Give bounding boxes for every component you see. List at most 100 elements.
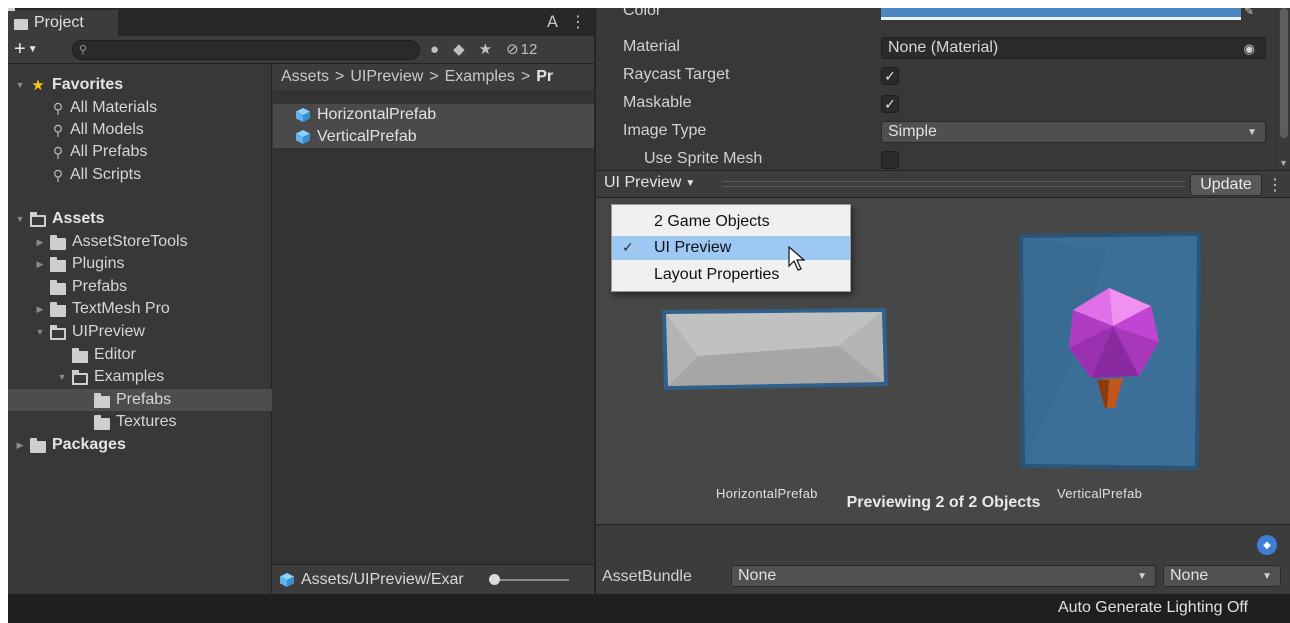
tree-item-all-scripts[interactable]: ⚲ All Scripts (8, 164, 272, 186)
tree-item-label: Plugins (72, 255, 125, 272)
expand-arrow-icon[interactable]: ▶ (14, 440, 26, 451)
breadcrumb-item-prefabs[interactable]: Pr (536, 68, 553, 86)
expand-arrow-icon[interactable]: ▼ (56, 372, 68, 382)
expand-arrow-icon[interactable]: ▼ (34, 327, 46, 337)
star-icon[interactable]: ★ (479, 40, 492, 58)
update-button[interactable]: Update (1190, 174, 1262, 196)
tree-item-all-prefabs[interactable]: ⚲ All Prefabs (8, 141, 272, 163)
asset-item-verticalprefab[interactable]: VerticalPrefab (273, 126, 594, 148)
asset-bundle-name-value: None (738, 567, 777, 584)
mouse-cursor-icon (788, 246, 806, 271)
hidden-packages-toggle[interactable]: ⊘ 12 (506, 40, 537, 59)
tree-item-label: Favorites (52, 76, 124, 93)
raycast-target-checkbox[interactable]: ✓ (881, 67, 899, 85)
breadcrumb-item-assets[interactable]: Assets (281, 68, 329, 86)
eye-hidden-icon: ⊘ (506, 41, 519, 58)
star-icon: ★ (31, 77, 45, 94)
breadcrumb-item-examples[interactable]: Examples (445, 68, 515, 86)
expand-arrow-icon[interactable]: ▶ (34, 304, 46, 315)
chevron-down-icon: ▼ (1137, 571, 1147, 582)
property-label: Use Sprite Mesh (644, 150, 763, 167)
property-image-type: Image Type Simple ▼ (596, 118, 1276, 146)
menu-item-label: UI Preview (654, 239, 732, 256)
tree-item-textmesh-pro[interactable]: ▶ TextMesh Pro (8, 298, 272, 320)
more-icon[interactable]: ⋮ (570, 12, 586, 32)
tree-item-plugins[interactable]: ▶ Plugins (8, 253, 272, 275)
icon-size-slider-handle[interactable] (489, 574, 500, 585)
folder-icon (50, 256, 66, 272)
asset-bundle-label: AssetBundle (602, 568, 692, 585)
property-material: Material None (Material) ◉ (596, 34, 1276, 62)
maskable-checkbox[interactable]: ✓ (881, 95, 899, 113)
use-sprite-mesh-checkbox[interactable] (881, 151, 899, 169)
color-field[interactable] (881, 8, 1241, 20)
preview-type-label: UI Preview (604, 174, 682, 191)
property-label: Image Type (623, 122, 707, 139)
tree-item-textures[interactable]: Textures (8, 411, 272, 433)
project-tab[interactable]: Project (8, 10, 118, 36)
tree-item-favorites[interactable]: ▼ ★ Favorites (8, 74, 272, 96)
project-search-input[interactable]: ⚲ (72, 40, 420, 60)
asset-bundle-variant-dropdown[interactable]: None ▼ (1163, 565, 1281, 587)
chevron-down-icon: ▼ (1247, 127, 1257, 138)
property-label: Maskable (623, 94, 692, 111)
menu-item-ui-preview[interactable]: ✓ UI Preview (612, 236, 850, 260)
selection-path-bar: Assets/UIPreview/Exar (273, 564, 594, 594)
tree-item-uipreview[interactable]: ▼ UIPreview (8, 321, 272, 343)
tree-item-all-materials[interactable]: ⚲ All Materials (8, 97, 272, 119)
breadcrumb-item-uipreview[interactable]: UIPreview (350, 68, 423, 86)
tree-item-label: All Models (70, 121, 144, 138)
preview-resize-handle[interactable] (722, 181, 1186, 187)
tab-controls: 𝖠 ⋮ (547, 12, 586, 32)
menu-item-layout-properties[interactable]: Layout Properties (612, 263, 850, 287)
preview-type-dropdown[interactable]: UI Preview ▼ (604, 174, 695, 192)
tree-item-prefabs[interactable]: Prefabs (8, 276, 272, 298)
scroll-down-icon[interactable]: ▼ (1279, 158, 1288, 168)
chevron-down-icon: ▼ (1262, 571, 1272, 582)
tree-item-all-models[interactable]: ⚲ All Models (8, 119, 272, 141)
search-icon: ⚲ (52, 121, 64, 138)
expand-arrow-icon[interactable]: ▼ (14, 214, 26, 224)
tag-icon[interactable]: ◆ (453, 40, 465, 58)
folder-tree: ▼ ★ Favorites ⚲ All Materials ⚲ All Mode… (8, 64, 272, 594)
search-icon: ⚲ (52, 143, 64, 160)
tree-item-packages[interactable]: ▶ Packages (8, 434, 272, 456)
tree-item-assets[interactable]: ▼ Assets (8, 208, 272, 230)
tree-item-editor[interactable]: Editor (8, 344, 272, 366)
create-button[interactable]: + ▼ (14, 38, 38, 61)
prefab-icon (296, 130, 310, 144)
menu-item-game-objects[interactable]: 2 Game Objects (612, 210, 850, 234)
object-picker-icon[interactable]: ◉ (1244, 41, 1255, 57)
tree-item-examples-prefabs[interactable]: Prefabs (8, 389, 272, 411)
tree-item-label: Prefabs (116, 391, 172, 408)
selection-path: Assets/UIPreview/Exar (301, 570, 464, 588)
material-object-field[interactable]: None (Material) ◉ (881, 37, 1266, 59)
expand-arrow-icon[interactable]: ▶ (34, 259, 46, 270)
filter-by-type-icon[interactable]: ●​ (430, 41, 439, 58)
asset-bundle-name-dropdown[interactable]: None ▼ (731, 565, 1156, 587)
tag-icon[interactable]: ◆ (1257, 535, 1277, 555)
eyedropper-icon[interactable]: ✎ (1244, 8, 1264, 20)
tree-item-label: Examples (94, 368, 165, 385)
scrollbar-thumb[interactable] (1280, 8, 1288, 138)
tree-item-examples[interactable]: ▼ Examples (8, 366, 272, 388)
tree-item-assetstoretools[interactable]: ▶ AssetStoreTools (8, 231, 272, 253)
expand-arrow-icon[interactable]: ▶ (34, 237, 46, 248)
icon-size-slider-track[interactable] (489, 579, 569, 581)
folder-icon (50, 234, 66, 250)
image-type-value: Simple (888, 123, 937, 140)
inspector-scrollbar[interactable]: ▼ (1278, 8, 1290, 168)
lighting-status[interactable]: Auto Generate Lighting Off (1058, 599, 1248, 617)
folder-open-icon (50, 324, 66, 340)
tree-item-label: UIPreview (72, 323, 145, 340)
search-icon: ⚲ (79, 44, 88, 56)
more-icon[interactable]: ⋮ (1267, 175, 1283, 195)
inspector-window: Color ✎ Material None (Material) ◉ Rayca… (595, 8, 1290, 594)
lock-icon[interactable]: 𝖠 (547, 12, 558, 32)
expand-arrow-icon[interactable]: ▼ (14, 80, 26, 90)
tree-item-label: AssetStoreTools (72, 233, 188, 250)
property-label: Color (623, 8, 662, 19)
image-type-dropdown[interactable]: Simple ▼ (881, 121, 1266, 143)
asset-item-horizontalprefab[interactable]: HorizontalPrefab (273, 104, 594, 126)
chevron-down-icon: ▼ (685, 177, 696, 189)
